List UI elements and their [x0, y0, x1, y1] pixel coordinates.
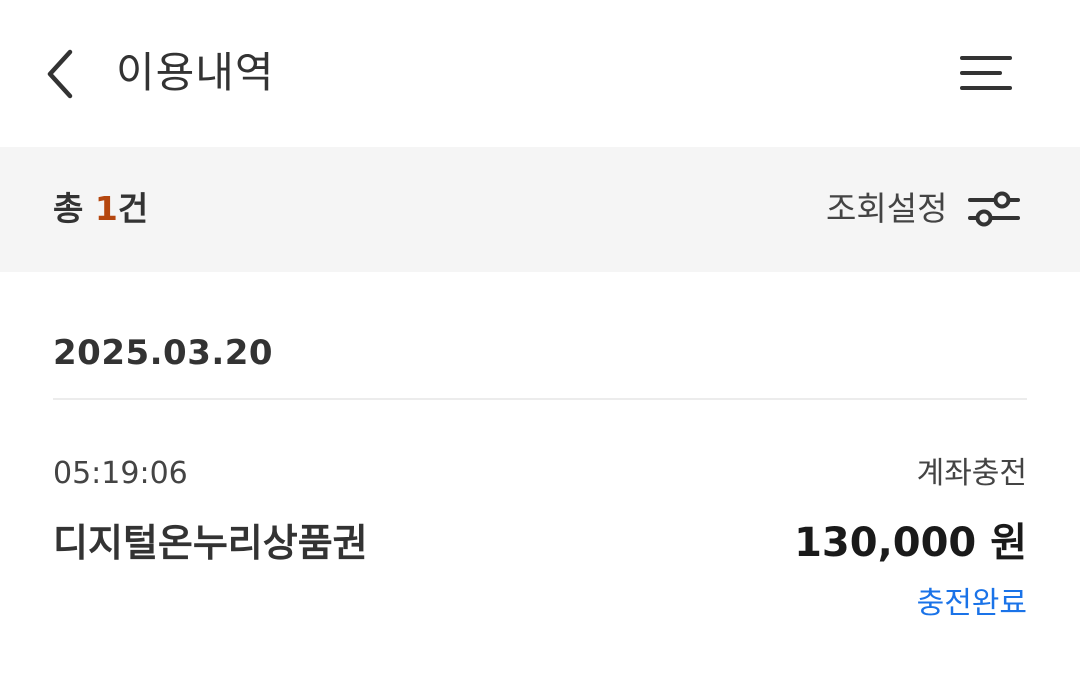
filter-settings-label: 조회설정: [826, 189, 948, 228]
transaction-type: 계좌충전: [916, 456, 1027, 491]
menu-icon: [960, 56, 1012, 90]
transaction-status: 충전완료: [916, 586, 1027, 621]
transaction-amount: 130,000 원: [794, 520, 1027, 566]
chevron-left-icon: [47, 49, 73, 99]
date-heading: 2025.03.20: [53, 333, 274, 373]
back-button[interactable]: [30, 42, 90, 106]
summary-bar: 총 1건 조회설정: [0, 147, 1080, 272]
total-count-number: 1: [94, 189, 118, 228]
menu-button[interactable]: [946, 42, 1026, 106]
transaction-row[interactable]: 05:19:06 계좌충전 디지털온누리상품권 130,000 원 충전완료: [53, 448, 1027, 638]
filter-settings-button[interactable]: 조회설정: [826, 183, 1021, 235]
total-count: 총 1건: [53, 187, 148, 231]
transaction-name: 디지털온누리상품권: [53, 521, 368, 565]
total-prefix: 총: [53, 189, 95, 228]
sliders-icon: [968, 191, 1021, 227]
transaction-time: 05:19:06: [53, 456, 188, 491]
total-suffix: 건: [117, 189, 149, 228]
divider: [53, 398, 1027, 400]
page-title: 이용내역: [116, 48, 275, 97]
app-header: 이용내역: [0, 0, 1080, 147]
